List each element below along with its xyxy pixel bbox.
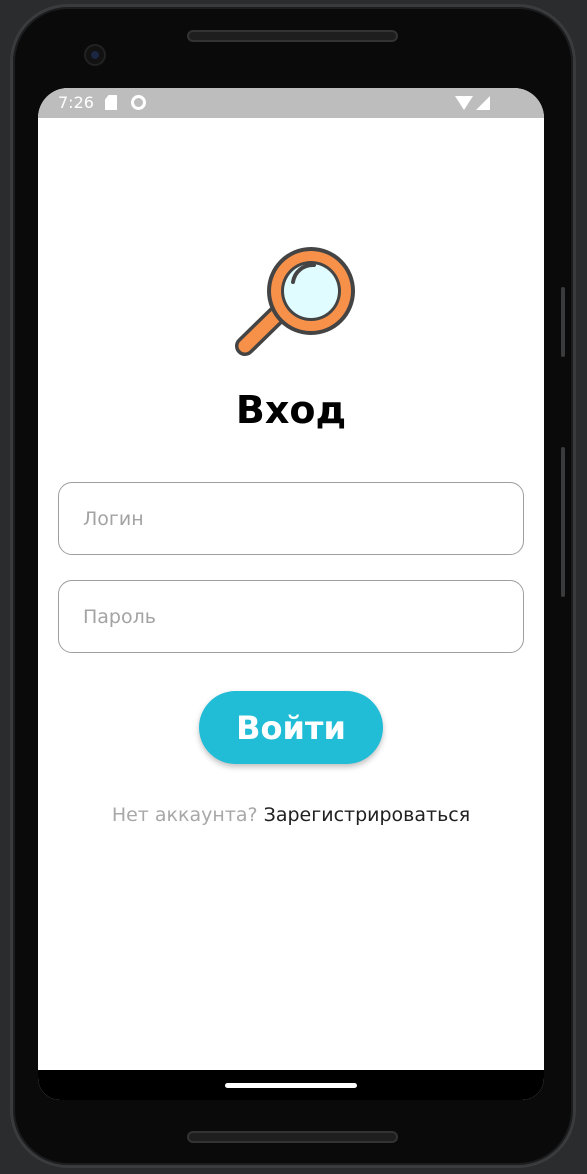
login-button[interactable]: Войти — [199, 691, 383, 764]
volume-button — [561, 447, 565, 597]
bottom-speaker — [187, 1131, 398, 1143]
register-row: Нет аккаунта? Зарегистрироваться — [38, 804, 544, 826]
status-time: 7:26 — [58, 93, 94, 112]
login-input[interactable] — [58, 482, 524, 555]
navigation-bar — [38, 1070, 544, 1100]
register-link[interactable]: Зарегистрироваться — [264, 804, 471, 826]
home-indicator[interactable] — [225, 1083, 357, 1088]
page-title: Вход — [235, 388, 347, 432]
register-prompt: Нет аккаунта? — [111, 804, 258, 826]
earpiece-speaker — [187, 30, 398, 42]
magnifier-icon — [235, 247, 355, 356]
app-screen: 7:26 Вход Войти Нет аккаунта? Зарегистри… — [38, 88, 544, 1100]
front-camera — [84, 44, 106, 66]
signal-icon — [476, 96, 490, 110]
robot-icon — [131, 95, 146, 110]
wifi-icon — [455, 96, 473, 110]
sd-card-icon — [105, 95, 117, 110]
status-bar: 7:26 — [38, 88, 544, 118]
power-button — [561, 287, 565, 357]
password-input[interactable] — [58, 580, 524, 653]
